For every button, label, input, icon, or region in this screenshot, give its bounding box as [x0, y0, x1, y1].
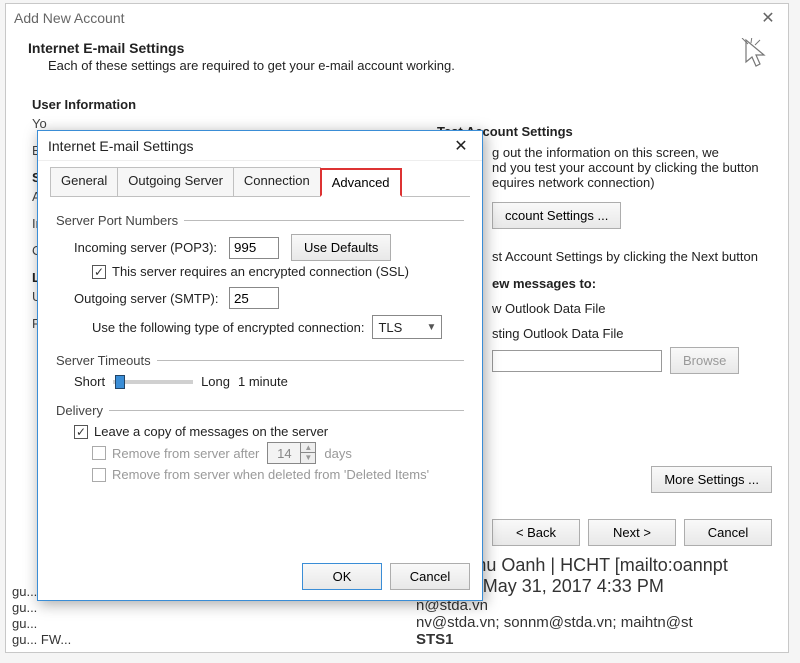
- remove-after-label: Remove from server after: [112, 446, 259, 461]
- group-label: Delivery: [56, 403, 103, 418]
- auto-test-text: st Account Settings by clicking the Next…: [492, 249, 777, 264]
- long-label: Long: [201, 374, 230, 389]
- incoming-server-row: Incoming server (POP3): Use Defaults: [74, 234, 464, 261]
- timeout-value: 1 minute: [238, 374, 288, 389]
- tab-general[interactable]: General: [50, 167, 118, 196]
- outgoing-server-row: Outgoing server (SMTP):: [74, 287, 464, 309]
- back-button[interactable]: < Back: [492, 519, 580, 546]
- spin-up-icon[interactable]: ▲: [301, 443, 315, 453]
- timeout-slider[interactable]: [113, 380, 193, 384]
- tab-connection[interactable]: Connection: [233, 167, 321, 196]
- test-account-heading: Test Account Settings: [437, 124, 777, 139]
- outgoing-label: Outgoing server (SMTP):: [74, 291, 229, 306]
- remove-after-row: Remove from server after ▲▼ days: [92, 442, 464, 464]
- group-label: Server Port Numbers: [56, 213, 178, 228]
- group-label: Server Timeouts: [56, 353, 151, 368]
- spin-down-icon[interactable]: ▼: [301, 453, 315, 463]
- remove-deleted-label: Remove from server when deleted from 'De…: [112, 467, 429, 482]
- remove-deleted-row: Remove from server when deleted from 'De…: [92, 467, 464, 482]
- list-item: gu...: [12, 616, 412, 631]
- encryption-label: Use the following type of encrypted conn…: [92, 320, 364, 335]
- test-text-3: equires network connection): [492, 175, 777, 190]
- header-section: Internet E-mail Settings Each of these s…: [6, 32, 788, 81]
- ok-button[interactable]: OK: [302, 563, 382, 590]
- email-settings-dialog: Internet E-mail Settings ✕ General Outgo…: [37, 130, 483, 601]
- outer-window-title: Add New Account: [14, 10, 125, 26]
- days-input[interactable]: [268, 443, 300, 463]
- tab-advanced-body: Server Port Numbers Incoming server (POP…: [50, 196, 470, 506]
- leave-copy-label: Leave a copy of messages on the server: [94, 424, 328, 439]
- close-icon[interactable]: ✕: [756, 6, 780, 30]
- existing-data-file-option[interactable]: sting Outlook Data File: [492, 326, 777, 341]
- ssl-label: This server requires an encrypted connec…: [112, 264, 409, 279]
- user-information-heading: User Information: [32, 97, 762, 112]
- cursor-icon: [740, 38, 770, 81]
- outer-titlebar: Add New Account ✕: [6, 4, 788, 32]
- list-item: gu... FW...: [12, 632, 412, 647]
- preview-cc: nv@stda.vn; sonnm@stda.vn; maihtn@st: [416, 614, 796, 631]
- more-settings-button[interactable]: More Settings ...: [651, 466, 772, 493]
- right-column: Test Account Settings g out the informat…: [437, 114, 777, 374]
- dialog-title: Internet E-mail Settings: [48, 138, 194, 154]
- leave-copy-checkbox[interactable]: [74, 425, 88, 439]
- dialog-titlebar: Internet E-mail Settings ✕: [38, 131, 482, 161]
- test-text-2: nd you test your account by clicking the…: [492, 160, 777, 175]
- use-defaults-button[interactable]: Use Defaults: [291, 234, 391, 261]
- list-item: gu...: [12, 600, 412, 615]
- cancel-button[interactable]: Cancel: [390, 563, 470, 590]
- browse-button[interactable]: Browse: [670, 347, 739, 374]
- tab-strip: General Outgoing Server Connection Advan…: [38, 161, 482, 196]
- wizard-buttons: < Back Next > Cancel: [492, 519, 772, 546]
- server-port-numbers-group: Server Port Numbers Incoming server (POP…: [56, 213, 464, 339]
- header-subtitle: Each of these settings are required to g…: [48, 58, 766, 73]
- chevron-down-icon: ▼: [427, 322, 437, 333]
- incoming-label: Incoming server (POP3):: [74, 240, 229, 255]
- days-spinner[interactable]: ▲▼: [267, 442, 316, 464]
- dialog-buttons: OK Cancel: [302, 563, 470, 590]
- slider-thumb[interactable]: [115, 375, 125, 389]
- tab-advanced[interactable]: Advanced: [320, 168, 402, 197]
- next-button[interactable]: Next >: [588, 519, 676, 546]
- ssl-checkbox[interactable]: [92, 265, 106, 279]
- cancel-wizard-button[interactable]: Cancel: [684, 519, 772, 546]
- outgoing-port-input[interactable]: [229, 287, 279, 309]
- short-label: Short: [74, 374, 105, 389]
- encryption-value: TLS: [378, 320, 402, 335]
- encryption-row: Use the following type of encrypted conn…: [92, 315, 464, 339]
- delivery-group: Delivery Leave a copy of messages on the…: [56, 403, 464, 482]
- timeout-row: Short Long 1 minute: [74, 374, 464, 389]
- ssl-row: This server requires an encrypted connec…: [92, 264, 464, 279]
- tab-outgoing-server[interactable]: Outgoing Server: [117, 167, 234, 196]
- test-account-button[interactable]: ccount Settings ...: [492, 202, 621, 229]
- server-timeouts-group: Server Timeouts Short Long 1 minute: [56, 353, 464, 389]
- incoming-port-input[interactable]: [229, 237, 279, 259]
- remove-deleted-checkbox[interactable]: [92, 468, 106, 482]
- test-text-1: g out the information on this screen, we: [492, 145, 777, 160]
- close-icon[interactable]: ✕: [450, 135, 472, 157]
- leave-copy-row: Leave a copy of messages on the server: [74, 424, 464, 439]
- deliver-label: ew messages to:: [492, 276, 777, 291]
- days-label: days: [324, 446, 351, 461]
- encryption-select[interactable]: TLS ▼: [372, 315, 442, 339]
- header-title: Internet E-mail Settings: [28, 40, 766, 56]
- data-file-path-input[interactable]: [492, 350, 662, 372]
- preview-subject: STS1: [416, 631, 796, 648]
- new-data-file-option[interactable]: w Outlook Data File: [492, 301, 777, 316]
- remove-after-checkbox[interactable]: [92, 446, 106, 460]
